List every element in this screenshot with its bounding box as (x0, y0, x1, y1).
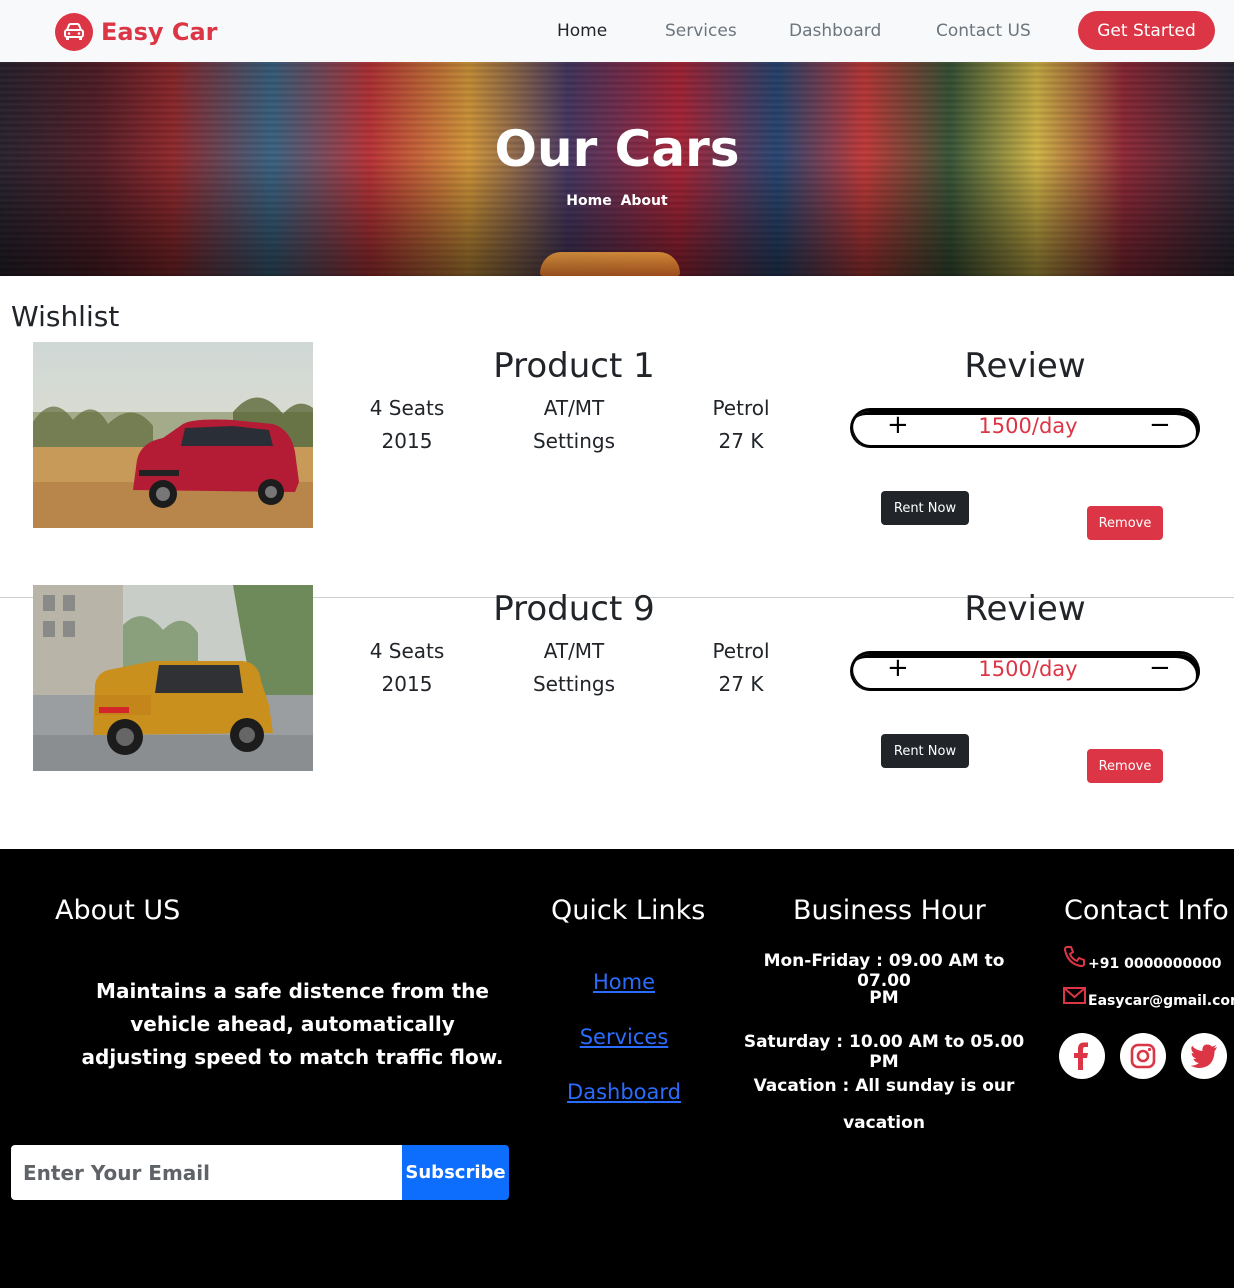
minus-button[interactable]: − (1149, 653, 1171, 683)
brand[interactable]: Easy Car (55, 13, 218, 51)
price-stepper: + 1500/day − (850, 408, 1200, 448)
wishlist-title: Wishlist (11, 300, 120, 333)
spec-fuel-value: Petrol (712, 639, 770, 663)
spec-mileage: 27 K (718, 672, 764, 696)
remove-button[interactable]: Remove (1087, 506, 1163, 540)
spec-seats: 4 Seats (369, 396, 445, 420)
mail-icon (1062, 985, 1088, 1011)
about-title: About US (55, 895, 181, 926)
subscribe-button[interactable]: Subscribe (402, 1145, 509, 1200)
business-hour-vacation-end: vacation (843, 1113, 925, 1133)
business-hour-title: Business Hour (793, 895, 986, 926)
spec-mileage: 27 K (718, 429, 764, 453)
nav-services[interactable]: Services (665, 21, 737, 41)
about-text: Maintains a safe distence from the vehic… (81, 979, 504, 1069)
rent-now-button[interactable]: Rent Now (881, 491, 969, 525)
breadcrumb-about[interactable]: About (621, 193, 668, 209)
spec-year: 2015 (381, 672, 433, 696)
nav-home[interactable]: Home (557, 21, 607, 41)
spec-settings: Settings (532, 429, 616, 453)
spec-fuel: Petrol 27 K (661, 635, 821, 701)
spec-transmission-value: AT/MT (543, 396, 605, 420)
nav-contact[interactable]: Contact US (936, 21, 1031, 41)
remove-button[interactable]: Remove (1087, 749, 1163, 783)
quick-links-title: Quick Links (551, 895, 706, 926)
spec-transmission: AT/MT Settings (494, 392, 654, 458)
spec-transmission-value: AT/MT (543, 639, 605, 663)
footer: About US Maintains a safe distence from … (0, 849, 1234, 1288)
minus-button[interactable]: − (1149, 410, 1171, 440)
contact-email: Easycar@gmail.com (1062, 985, 1234, 1011)
price-stepper: + 1500/day − (850, 651, 1200, 691)
product-name: Product 1 (493, 346, 655, 386)
rent-now-button[interactable]: Rent Now (881, 734, 969, 768)
business-hour-weekday: Mon-Friday : 09.00 AM to 07.00 (763, 951, 1005, 991)
review-label: Review (964, 589, 1086, 629)
facebook-icon[interactable] (1059, 1033, 1105, 1079)
contact-phone-value: +91 0000000000 (1088, 956, 1222, 972)
spec-year: 2015 (381, 429, 433, 453)
get-started-button[interactable]: Get Started (1078, 11, 1215, 50)
review-label: Review (964, 346, 1086, 386)
wishlist-item: Product 9 4 Seats 2015 AT/MT Settings Pe… (0, 585, 1234, 805)
page-title: Our Cars (494, 120, 740, 178)
nav-dashboard[interactable]: Dashboard (789, 21, 881, 41)
spec-settings: Settings (532, 672, 616, 696)
phone-icon (1062, 945, 1088, 973)
car-image (33, 342, 313, 528)
contact-email-value: Easycar@gmail.com (1088, 993, 1234, 1009)
spec-seats-year: 4 Seats 2015 (327, 635, 487, 701)
contact-phone: +91 0000000000 (1062, 945, 1222, 973)
business-hour-weekday-end: PM (869, 988, 899, 1008)
twitter-icon[interactable] (1181, 1033, 1227, 1079)
spec-fuel: Petrol 27 K (661, 392, 821, 458)
product-name: Product 9 (493, 589, 655, 629)
spec-seats-year: 4 Seats 2015 (327, 392, 487, 458)
business-hour-vacation: Vacation : All sunday is our (753, 1076, 1015, 1096)
spec-seats: 4 Seats (369, 639, 445, 663)
breadcrumb-home[interactable]: Home (566, 193, 611, 209)
spec-transmission: AT/MT Settings (494, 635, 654, 701)
subscribe-form: Subscribe (11, 1145, 509, 1200)
footer-link-services[interactable]: Services (524, 1025, 724, 1049)
instagram-icon[interactable] (1120, 1033, 1166, 1079)
footer-link-home[interactable]: Home (524, 970, 724, 994)
car-image (33, 585, 313, 771)
email-input[interactable] (11, 1145, 402, 1200)
brand-name: Easy Car (101, 18, 218, 46)
car-icon (55, 13, 93, 51)
hero-banner: Our Cars Home About (0, 62, 1234, 276)
footer-link-dashboard[interactable]: Dashboard (524, 1080, 724, 1104)
breadcrumb: Home About (0, 193, 1234, 209)
navbar: Easy Car Home Services Dashboard Contact… (0, 0, 1234, 62)
hero-taxi-image (540, 252, 680, 276)
spec-fuel-value: Petrol (712, 396, 770, 420)
contact-info-title: Contact Info (1064, 895, 1229, 926)
business-hour-saturday: Saturday : 10.00 AM to 05.00 PM (743, 1032, 1025, 1072)
wishlist-item: Product 1 4 Seats 2015 AT/MT Settings Pe… (0, 342, 1234, 562)
